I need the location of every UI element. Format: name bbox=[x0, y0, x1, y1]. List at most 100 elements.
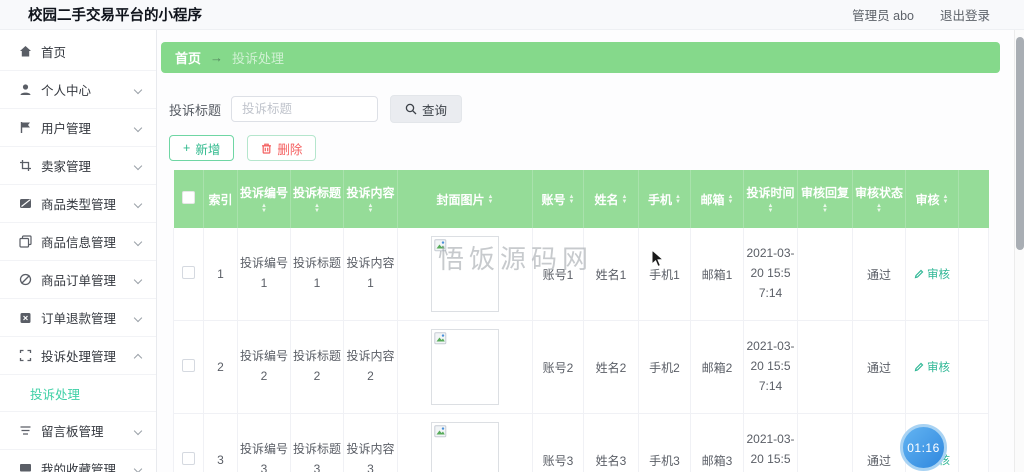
chevron-up-icon bbox=[134, 352, 142, 360]
sort-caret-icon[interactable]: ▲ ▼ bbox=[746, 203, 795, 214]
sidebar-item-label: 商品订单管理 bbox=[41, 274, 117, 288]
plus-icon: + bbox=[183, 141, 191, 155]
sidebar-item-label: 投诉处理管理 bbox=[41, 350, 117, 364]
sidebar-item-label: 商品类型管理 bbox=[41, 198, 117, 212]
sort-caret-icon[interactable]: ▲ ▼ bbox=[622, 194, 628, 205]
sidebar-item-label: 首页 bbox=[41, 46, 67, 60]
sidebar-item-label: 留言板管理 bbox=[41, 425, 104, 439]
col-phone: 手机 ▲ ▼ bbox=[638, 170, 691, 228]
sidebar-item-message-board[interactable]: 留言板管理 bbox=[0, 412, 156, 450]
sidebar-item-label: 个人中心 bbox=[41, 84, 92, 98]
complaint-table: 索引 投诉编号 ▲ ▼ 投诉标题 ▲ ▼ 投诉内容 ▲ ▼ 封面图片 ▲ ▼ 账号 ▲ ▼ 姓名 ▲ ▼… bbox=[173, 170, 989, 472]
sort-caret-icon[interactable]: ▲ ▼ bbox=[675, 194, 681, 205]
sidebar-item-refund-mgmt[interactable]: 订单退款管理 bbox=[0, 299, 156, 337]
sort-caret-icon[interactable]: ▲ ▼ bbox=[800, 203, 850, 214]
sort-caret-icon[interactable]: ▲ ▼ bbox=[569, 194, 575, 205]
sort-caret-icon[interactable]: ▲ ▼ bbox=[943, 194, 949, 205]
broken-image-icon bbox=[434, 332, 447, 345]
pen-circle-icon bbox=[18, 273, 32, 287]
col-cover-image: 封面图片 ▲ ▼ bbox=[397, 170, 533, 228]
table-row: 1 投诉编号1 投诉标题1 投诉内容1 账号1 姓名1 手机1 邮箱1 2021… bbox=[173, 228, 989, 321]
sidebar-item-order-mgmt[interactable]: 商品订单管理 bbox=[0, 261, 156, 299]
sidebar-item-seller-mgmt[interactable]: 卖家管理 bbox=[0, 147, 156, 185]
col-audit-status: 审核状态 ▲ ▼ bbox=[852, 170, 906, 228]
sidebar-item-user-mgmt[interactable]: 用户管理 bbox=[0, 109, 156, 147]
cover-image-placeholder[interactable] bbox=[431, 329, 499, 405]
sidebar-item-home[interactable]: 首页 bbox=[0, 33, 156, 71]
table-row: 2 投诉编号2 投诉标题2 投诉内容2 账号2 姓名2 手机2 邮箱2 2021… bbox=[173, 320, 989, 414]
sidebar-item-goods-info[interactable]: 商品信息管理 bbox=[0, 223, 156, 261]
breadcrumb-home-link[interactable]: 首页 bbox=[175, 48, 201, 67]
table-actions: + 新增 删除 bbox=[169, 135, 1024, 161]
logout-link[interactable]: 退出登录 bbox=[940, 5, 990, 24]
top-bar: 校园二手交易平台的小程序 管理员 abo 退出登录 bbox=[0, 0, 1024, 30]
home-icon bbox=[18, 45, 32, 59]
row-checkbox[interactable] bbox=[182, 452, 195, 465]
chevron-down-icon bbox=[134, 314, 142, 322]
cover-image-placeholder[interactable] bbox=[431, 236, 499, 312]
audit-link[interactable]: 审核 bbox=[914, 266, 950, 282]
chevron-down-icon bbox=[134, 200, 142, 208]
sidebar-item-goods-type[interactable]: 商品类型管理 bbox=[0, 185, 156, 223]
edit-pencil-icon bbox=[914, 362, 924, 372]
search-input[interactable] bbox=[231, 96, 379, 122]
col-email: 邮箱 ▲ ▼ bbox=[690, 170, 744, 228]
sidebar-item-label: 订单退款管理 bbox=[41, 312, 117, 326]
col-audit-reply: 审核回复 ▲ ▼ bbox=[797, 170, 853, 228]
copy-icon bbox=[18, 235, 32, 249]
sidebar-subitem-label: 投诉处理 bbox=[30, 387, 81, 402]
audit-link[interactable]: 审核 bbox=[914, 359, 950, 375]
chevron-down-icon bbox=[134, 124, 142, 132]
sidebar-item-complaint-mgmt[interactable]: 投诉处理管理 bbox=[0, 337, 156, 375]
main-content: 首页 → 投诉处理 投诉标题 查询 + 新增 删除 索 bbox=[157, 30, 1024, 472]
sort-caret-icon[interactable]: ▲ ▼ bbox=[488, 194, 494, 205]
chevron-down-icon bbox=[134, 86, 142, 94]
row-checkbox[interactable] bbox=[182, 359, 195, 372]
cover-image-placeholder[interactable] bbox=[431, 422, 499, 472]
trash-icon bbox=[262, 143, 272, 154]
breadcrumb: 首页 → 投诉处理 bbox=[161, 42, 1000, 73]
admin-user-label[interactable]: 管理员 abo bbox=[852, 5, 914, 24]
vertical-scrollbar[interactable] bbox=[1014, 30, 1024, 472]
sort-caret-icon[interactable]: ▲ ▼ bbox=[855, 203, 903, 214]
query-button[interactable]: 查询 bbox=[390, 95, 463, 123]
app-title: 校园二手交易平台的小程序 bbox=[28, 8, 202, 24]
col-audit: 审核 ▲ ▼ bbox=[905, 170, 959, 228]
col-account: 账号 ▲ ▼ bbox=[532, 170, 584, 228]
image-icon bbox=[18, 197, 32, 211]
col-index: 索引 bbox=[203, 170, 238, 228]
scan-icon bbox=[18, 349, 32, 363]
col-complaint-title: 投诉标题 ▲ ▼ bbox=[290, 170, 344, 228]
box-icon bbox=[18, 311, 32, 325]
sidebar-item-label: 用户管理 bbox=[41, 122, 92, 136]
sidebar-item-profile[interactable]: 个人中心 bbox=[0, 71, 156, 109]
filter-lines-icon bbox=[18, 424, 32, 438]
breadcrumb-current: 投诉处理 bbox=[232, 51, 285, 66]
delete-button[interactable]: 删除 bbox=[247, 135, 317, 161]
sidebar-item-label: 商品信息管理 bbox=[41, 236, 117, 250]
sort-caret-icon[interactable]: ▲ ▼ bbox=[293, 203, 341, 214]
table-header-row: 索引 投诉编号 ▲ ▼ 投诉标题 ▲ ▼ 投诉内容 ▲ ▼ 封面图片 ▲ ▼ 账号 ▲ ▼ 姓名 ▲ ▼… bbox=[173, 170, 989, 228]
select-all-checkbox[interactable] bbox=[181, 191, 195, 204]
search-icon bbox=[405, 103, 417, 115]
monitor-icon bbox=[18, 462, 32, 472]
sort-caret-icon[interactable]: ▲ ▼ bbox=[728, 194, 734, 205]
sidebar-item-label: 我的收藏管理 bbox=[41, 463, 117, 472]
breadcrumb-arrow-icon: → bbox=[210, 50, 224, 65]
chevron-down-icon bbox=[134, 276, 142, 284]
sort-caret-icon[interactable]: ▲ ▼ bbox=[240, 203, 288, 214]
sort-caret-icon[interactable]: ▲ ▼ bbox=[346, 203, 395, 214]
sidebar-item-label: 卖家管理 bbox=[41, 160, 92, 174]
crop-icon bbox=[18, 159, 32, 173]
row-checkbox[interactable] bbox=[182, 266, 195, 279]
recording-timer-badge: 01:16 bbox=[900, 424, 947, 471]
sidebar-subitem-complaint-handling[interactable]: 投诉处理 bbox=[0, 375, 156, 412]
search-bar: 投诉标题 查询 bbox=[169, 95, 1024, 123]
edit-pencil-icon bbox=[914, 269, 924, 279]
chevron-down-icon bbox=[134, 238, 142, 246]
sidebar-item-favorites[interactable]: 我的收藏管理 bbox=[0, 450, 156, 472]
scrollbar-thumb[interactable] bbox=[1016, 37, 1024, 250]
col-complaint-no: 投诉编号 ▲ ▼ bbox=[237, 170, 291, 228]
col-name: 姓名 ▲ ▼ bbox=[583, 170, 639, 228]
add-button[interactable]: + 新增 bbox=[169, 135, 235, 161]
